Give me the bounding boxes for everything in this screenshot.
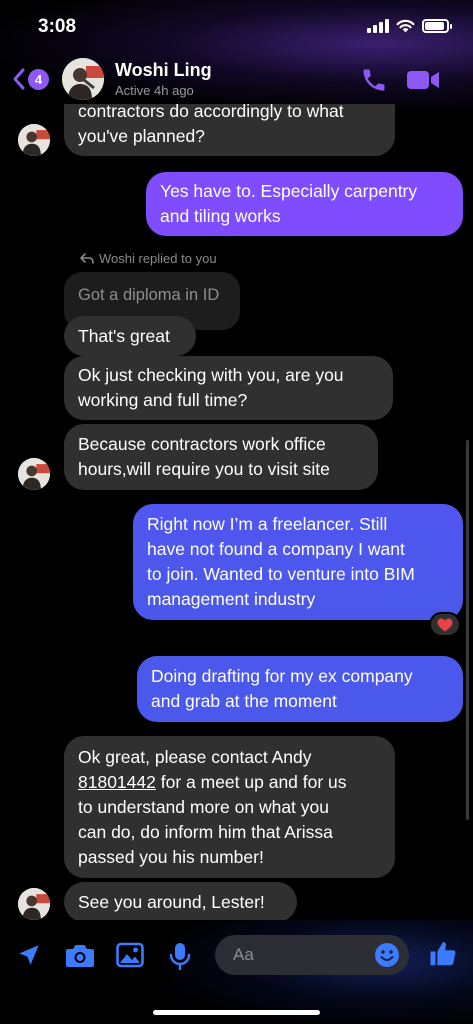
message-bubble-outgoing[interactable]: Doing drafting for my ex company and gra… [137,656,463,722]
status-icons [367,19,452,33]
gallery-button[interactable] [116,942,144,973]
composer-bar [0,922,473,992]
sender-avatar[interactable] [18,458,50,490]
video-call-button[interactable] [406,68,440,97]
contact-avatar[interactable] [62,58,104,100]
phone-number-link[interactable]: 81801442 [78,772,156,792]
message-line: have not found a company I want [147,539,405,559]
message-line: you've planned? [78,126,205,146]
message-line: Ok great, please contact Andy [78,746,312,767]
message-bubble-incoming[interactable]: Because contractors work office hours,wi… [64,424,378,490]
video-camera-icon [407,71,439,89]
unread-count-badge: 4 [28,68,49,90]
quoted-message-text: Got a diploma in ID [78,286,220,304]
message-line: Because contractors work office [78,434,326,454]
message-bubble-outgoing[interactable]: Yes have to. Especially carpentry and ti… [146,172,463,236]
avatar-image [62,58,104,100]
message-line: Ok just checking with you, are you [78,365,344,385]
voice-message-button[interactable] [169,942,191,975]
message-line: working and full time? [78,390,248,410]
message-text: Ok just checking with you, are you worki… [78,363,344,413]
message-bubble-outgoing[interactable]: Right now I’m a freelancer. Still have n… [133,504,463,620]
message-line: to join. Wanted to venture into BIM [147,564,415,584]
wifi-icon [396,19,415,33]
battery-icon [422,19,452,33]
heart-icon [437,618,453,631]
message-line: hours,will require you to visit site [78,459,330,479]
camera-button[interactable] [65,942,95,973]
location-icon [19,945,39,965]
message-text: See you around, Lester! [78,891,265,912]
message-text: That's great [78,325,170,346]
message-reaction[interactable] [429,612,461,637]
message-line: to understand more on what you [78,796,329,817]
sender-avatar[interactable] [18,888,50,920]
avatar-image [18,458,50,490]
message-bubble-incoming[interactable]: Ok great, please contact Andy 81801442 f… [64,736,395,878]
message-line: can do, do inform him that Arissa [78,821,333,842]
message-text: Ok great, please contact Andy 81801442 f… [78,745,347,870]
message-bubble-incoming[interactable]: contractors do accordingly to what you'v… [64,104,395,156]
message-line: Right now I’m a freelancer. Still [147,514,388,534]
emoji-icon [375,943,399,967]
message-text: Doing drafting for my ex company and gra… [151,664,413,714]
camera-icon [66,945,94,967]
like-button[interactable] [428,939,458,974]
emoji-button[interactable] [374,942,400,973]
status-bar: 3:08 [0,0,473,56]
message-bubble-incoming[interactable]: Ok just checking with you, are you worki… [64,356,393,420]
reply-arrow-icon [80,253,94,264]
location-button[interactable] [16,942,42,973]
cellular-signal-icon [367,19,389,33]
message-text: Because contractors work office hours,wi… [78,432,330,482]
voice-call-button[interactable] [360,66,388,99]
phone-icon [363,69,385,91]
avatar-image [18,888,50,920]
contact-name[interactable]: Woshi Ling [115,60,212,81]
chevron-left-icon [13,68,25,90]
thumbs-up-icon [430,942,456,966]
active-status: Active 4h ago [115,83,194,98]
message-line: 81801442 for a meet up and for us [78,770,347,795]
back-button[interactable]: 4 [12,67,49,91]
home-indicator[interactable] [153,1010,320,1015]
message-text: Right now I’m a freelancer. Still have n… [147,512,415,612]
chat-header: 4 Woshi Ling Active 4h ago [0,56,473,106]
message-line: Yes have to. Especially carpentry [160,181,418,201]
message-text: contractors do accordingly to what you'v… [78,104,344,149]
sender-avatar[interactable] [18,124,50,156]
message-line: Doing drafting for my ex company [151,666,413,686]
reply-indicator: Woshi replied to you [80,251,217,266]
status-time: 3:08 [38,16,77,37]
battery-level-fill [425,22,444,30]
message-line-fragment: for a meet up and for us [155,771,347,792]
reply-label-text: Woshi replied to you [99,251,217,266]
message-line: and tiling works [160,206,281,226]
message-bubble-incoming[interactable]: See you around, Lester! [64,882,297,920]
message-line: management industry [147,589,316,609]
gallery-icon [116,942,144,968]
message-line: and grab at the moment [151,691,337,711]
message-line: contractors do accordingly to what [78,104,344,121]
avatar-image [18,124,50,156]
microphone-icon [169,943,191,971]
message-text: Yes have to. Especially carpentry and ti… [160,179,417,229]
message-bubble-incoming[interactable]: That's great [64,316,196,356]
scrollbar[interactable] [466,440,469,820]
message-list[interactable]: contractors do accordingly to what you'v… [0,104,473,920]
message-line: passed you his number! [78,846,264,867]
